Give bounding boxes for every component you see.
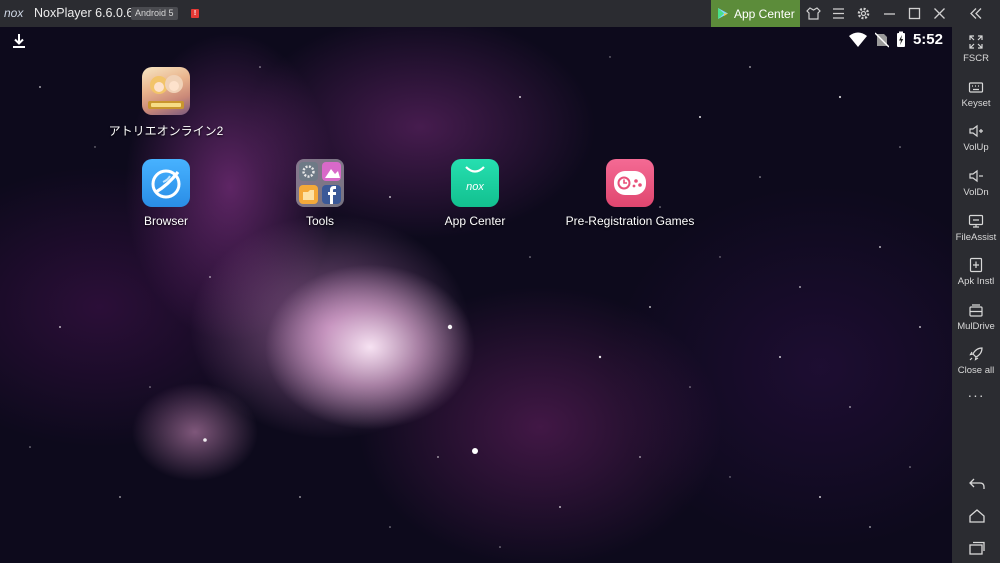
sidebar-label: Apk Instl [957,276,995,287]
volume-up-icon [969,124,983,138]
atelier-game-icon [142,67,190,115]
sidebar-label: FSCR [963,53,989,64]
fullscreen-button[interactable]: FSCR [952,34,1000,64]
svg-text:nox: nox [466,181,484,193]
app-atelier-online-2[interactable]: アトリエオンライン2 [96,67,236,139]
sidebar-label: Keyset [961,98,991,109]
app-label: Pre-Registration Games [565,214,695,228]
app-browser[interactable]: Browser [96,159,236,228]
no-sim-icon [874,32,889,47]
collapse-sidebar-icon[interactable] [967,5,984,22]
multi-drive-icon [969,304,983,317]
apk-install-icon [969,257,983,273]
file-assist-button[interactable]: FileAssist [952,213,1000,243]
app-center-icon: nox [451,159,499,207]
browser-icon [142,159,190,207]
app-center-button[interactable]: App Center [711,0,800,27]
gamepad-icon [606,159,654,207]
status-bar: 5:52 [848,31,943,48]
back-icon[interactable] [968,475,986,493]
sidebar-label: VolUp [963,142,989,153]
wifi-icon [848,32,867,47]
minimize-icon[interactable] [881,5,898,22]
shirt-icon[interactable] [805,5,822,22]
sidebar-label: FileAssist [955,232,997,243]
sidebar-label: VolDn [963,187,989,198]
battery-charging-icon [896,31,905,47]
svg-text:nox: nox [4,6,24,20]
title-bar: nox NoxPlayer 6.6.0.6 Android 5 ! App Ce… [0,0,1000,27]
app-pre-registration-games[interactable]: Pre-Registration Games [560,159,700,228]
page-indicator [472,448,478,454]
app-title: NoxPlayer 6.6.0.6 [34,6,134,20]
android-version-badge: Android 5 [131,7,178,20]
keyboard-icon [968,82,984,93]
gear-icon[interactable] [855,5,872,22]
close-all-button[interactable]: Close all [952,346,1000,376]
clock: 5:52 [912,31,943,48]
app-label: App Center [444,214,506,228]
volume-down-button[interactable]: VolDn [952,168,1000,198]
volume-up-button[interactable]: VolUp [952,123,1000,153]
app-label: Tools [305,214,334,228]
app-label: アトリエオンライン2 [108,124,224,138]
nox-logo: nox [4,6,24,20]
app-center-label: App Center [734,6,795,21]
volume-down-icon [969,169,983,183]
keyset-button[interactable]: Keyset [952,79,1000,109]
home-icon[interactable] [968,507,986,525]
menu-icon[interactable] [830,5,847,22]
rocket-icon [969,347,983,361]
fullscreen-icon [969,35,983,49]
download-icon [13,34,25,48]
more-button[interactable]: ··· [952,387,1000,403]
sidebar-label: Close all [957,365,995,376]
more-icon: ··· [967,387,985,403]
recents-icon[interactable] [968,539,986,557]
android-home-screen[interactable]: 5:52 アトリエオンライン2 Browser Tools nox App Ce… [0,27,952,563]
tool-sidebar: FSCR Keyset VolUp VolDn FileAssist Apk I… [952,27,1000,563]
app-label: Browser [143,214,188,228]
multi-drive-button[interactable]: MulDrive [952,302,1000,332]
maximize-icon[interactable] [906,5,923,22]
tools-folder-icon [296,159,344,207]
close-icon[interactable] [931,5,948,22]
app-app-center[interactable]: nox App Center [405,159,545,228]
app-tools-folder[interactable]: Tools [250,159,390,228]
sidebar-label: MulDrive [957,321,995,332]
play-store-icon [718,8,728,19]
notification-alert-badge[interactable]: ! [191,9,199,18]
apk-install-button[interactable]: Apk Instl [952,257,1000,287]
file-assist-icon [968,214,984,228]
